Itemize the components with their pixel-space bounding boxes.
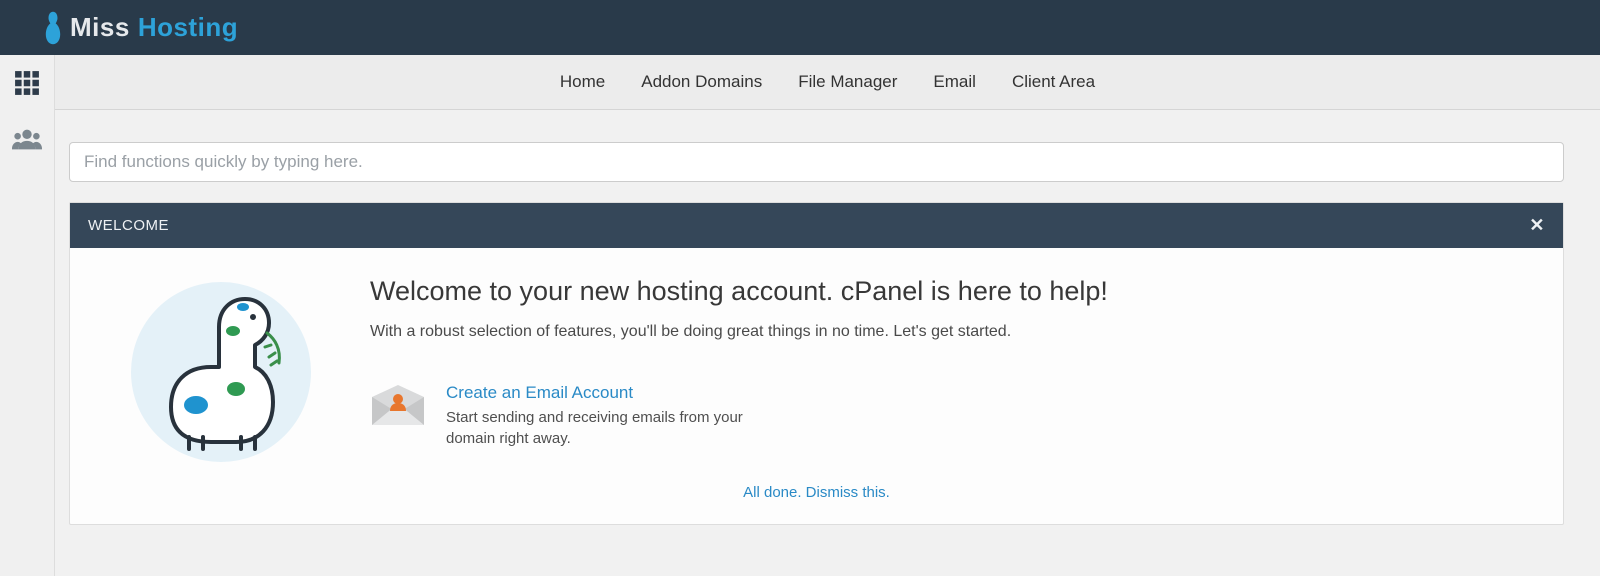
- welcome-subtitle: With a robust selection of features, you…: [370, 323, 1527, 341]
- create-email-action: Create an Email Account Start sending an…: [370, 383, 1527, 449]
- brand-text-2: Hosting: [138, 12, 238, 43]
- nav-home[interactable]: Home: [560, 72, 605, 92]
- nav-email[interactable]: Email: [933, 72, 976, 92]
- apps-grid-icon[interactable]: [11, 67, 43, 99]
- nav-addon-domains[interactable]: Addon Domains: [641, 72, 762, 92]
- create-email-description: Start sending and receiving emails from …: [446, 407, 746, 449]
- welcome-panel-title: WELCOME: [88, 217, 169, 234]
- brand-text-1: Miss: [70, 12, 130, 43]
- users-icon[interactable]: [11, 123, 43, 155]
- brand-logo[interactable]: Miss Hosting: [42, 10, 238, 46]
- mascot-icon: [131, 282, 311, 462]
- envelope-user-icon: [370, 383, 426, 429]
- search-input[interactable]: [69, 142, 1564, 182]
- close-icon[interactable]: ✕: [1529, 215, 1545, 236]
- top-header: Miss Hosting: [0, 0, 1600, 55]
- dismiss-link[interactable]: All done. Dismiss this.: [743, 484, 890, 501]
- mascot-column: [106, 276, 336, 462]
- main-area: Home Addon Domains File Manager Email Cl…: [55, 55, 1600, 576]
- welcome-panel-header: WELCOME ✕: [70, 203, 1563, 248]
- welcome-panel: WELCOME ✕: [69, 202, 1564, 525]
- left-sidebar: [0, 55, 55, 576]
- nav-client-area[interactable]: Client Area: [1012, 72, 1095, 92]
- main-nav: Home Addon Domains File Manager Email Cl…: [55, 55, 1600, 110]
- nav-file-manager[interactable]: File Manager: [798, 72, 897, 92]
- create-email-link[interactable]: Create an Email Account: [446, 383, 633, 403]
- brand-silhouette-icon: [42, 10, 64, 46]
- welcome-heading: Welcome to your new hosting account. cPa…: [370, 276, 1527, 307]
